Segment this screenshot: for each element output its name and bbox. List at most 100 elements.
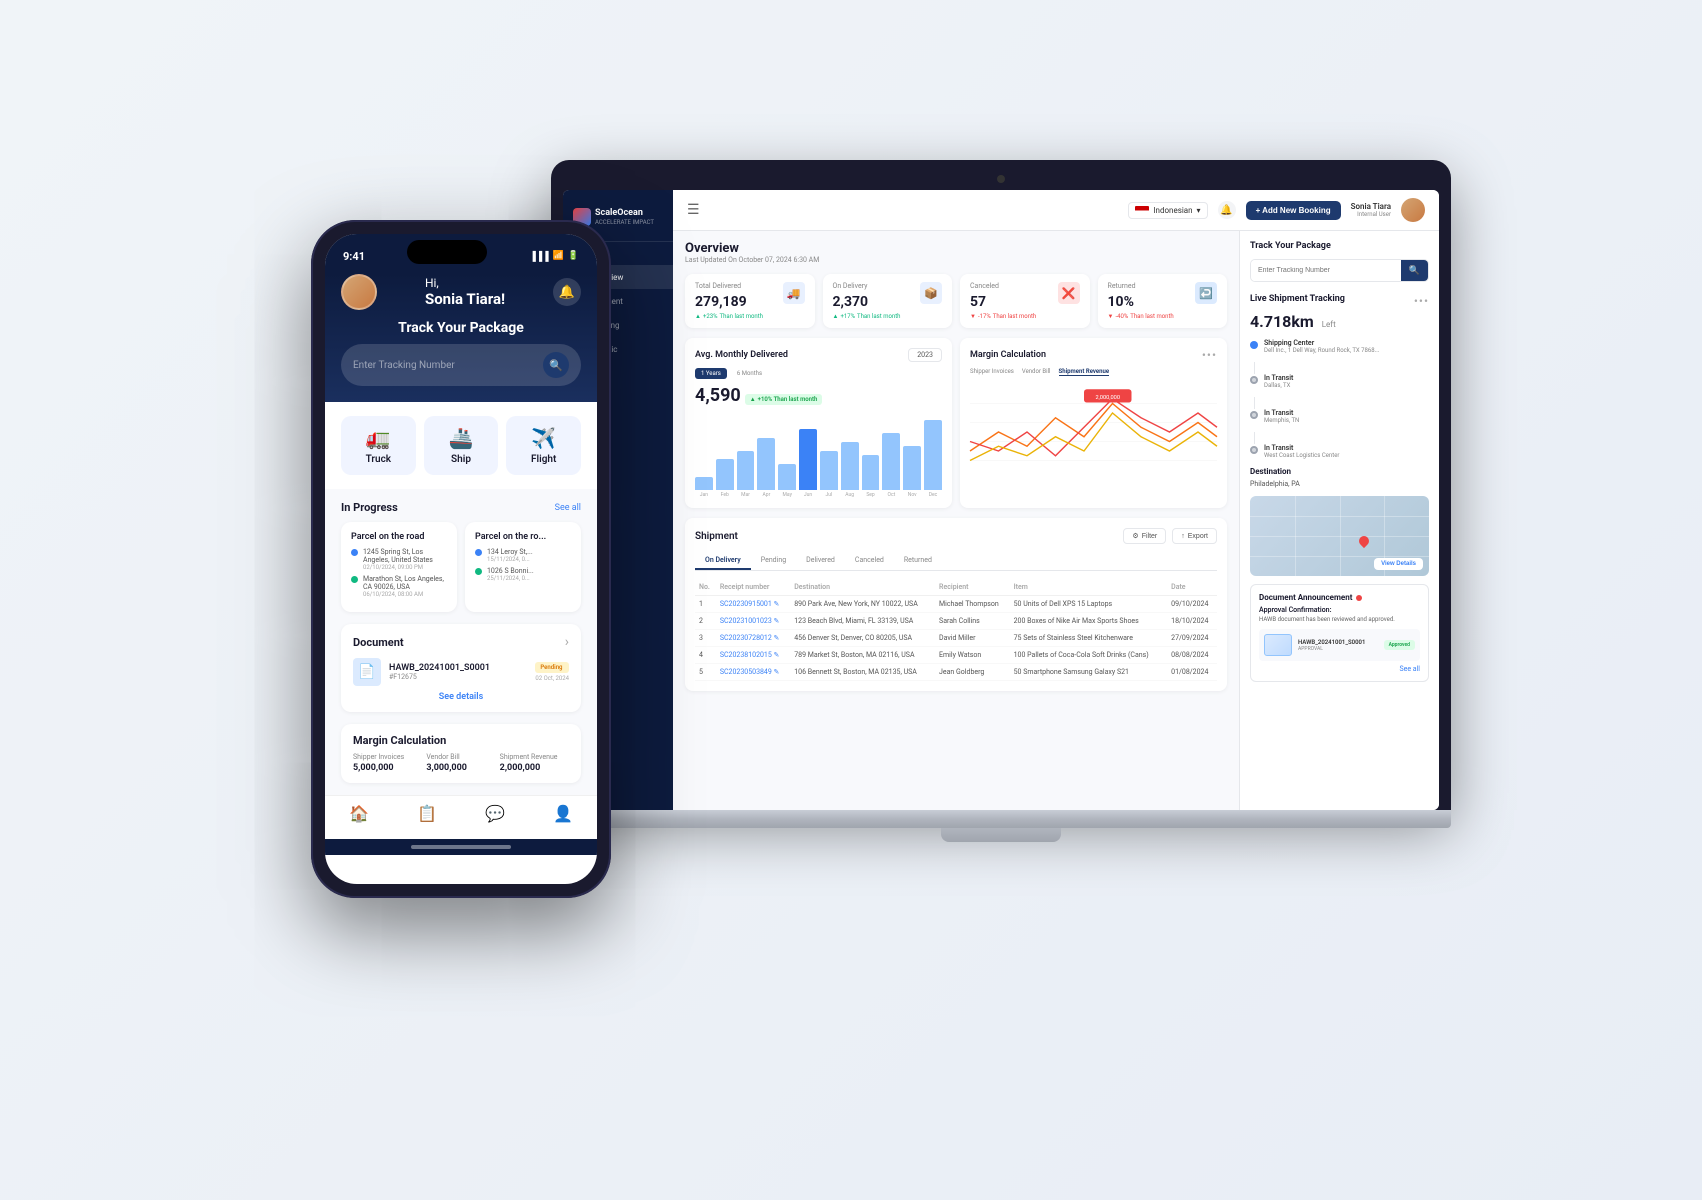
tab-vendor-bill[interactable]: Vendor Bill <box>1022 368 1051 376</box>
see-all-button[interactable]: See all <box>555 503 581 513</box>
track-input-group[interactable]: 🔍 <box>1250 259 1429 282</box>
status-icons: ▐▐▐ 📶 🔋 <box>529 251 579 262</box>
bar-label-11: Dec <box>924 492 942 498</box>
phone-bell-icon[interactable]: 🔔 <box>553 278 581 306</box>
progress-dot-1 <box>351 576 358 583</box>
step-info-0: Shipping Center Dell Inc., 1 Dell Way, R… <box>1264 339 1379 354</box>
table-row: 2 SC20231001023 ✎ 123 Beach Blvd, Miami,… <box>695 613 1217 630</box>
see-all-link[interactable]: See all <box>1259 665 1420 673</box>
tab-on-delivery[interactable]: On Delivery <box>695 552 751 570</box>
table-row: 1 SC20230915001 ✎ 890 Park Ave, New York… <box>695 596 1217 613</box>
phone-search-button[interactable]: 🔍 <box>543 352 569 378</box>
language-selector[interactable]: Indonesian ▾ <box>1128 202 1207 219</box>
nav-chat[interactable]: 💬 <box>485 804 505 823</box>
shipment-tabs: On Delivery Pending Delivered Canceled R… <box>695 552 1217 571</box>
doc-name-mobile: HAWB_20241001_S0001 <box>389 663 527 673</box>
bar-0 <box>695 477 713 490</box>
stat-returned: Returned 10% ▼-40% Than last month ↩️ <box>1098 274 1228 328</box>
laptop-stand <box>941 828 1061 842</box>
bar-3 <box>757 438 775 491</box>
transport-ship[interactable]: 🚢 Ship <box>424 416 499 475</box>
home-nav-icon: 🏠 <box>349 804 369 823</box>
notification-bell-icon[interactable]: 🔔 <box>1218 201 1236 219</box>
view-details-button[interactable]: View Details <box>1374 558 1423 570</box>
bar-label-6: Jul <box>820 492 838 498</box>
tab-delivered[interactable]: Delivered <box>796 552 845 570</box>
progress-card-title-1: Parcel on the ro... <box>475 532 571 542</box>
laptop-header: ☰ Indonesian ▾ 🔔 + Add New Booking Sonia… <box>673 190 1439 231</box>
stat-icon-3: ↩️ <box>1195 282 1217 304</box>
live-menu-icon[interactable]: ••• <box>1414 294 1429 308</box>
km-display: 4.718km Left <box>1250 312 1429 331</box>
doc-id: APPROVAL <box>1298 646 1365 652</box>
margin-cols: Shipper Invoices 5,000,000 Vendor Bill 3… <box>353 753 569 773</box>
bar-4 <box>778 464 796 490</box>
margin-col-2: Shipment Revenue 2,000,000 <box>500 753 569 773</box>
avg-chart-title: Avg. Monthly Delivered <box>695 350 788 360</box>
laptop-main: ☰ Indonesian ▾ 🔔 + Add New Booking Sonia… <box>673 190 1439 810</box>
user-info: Sonia Tiara Internal User <box>1351 202 1391 218</box>
bar-1 <box>716 459 734 490</box>
hamburger-icon[interactable]: ☰ <box>687 202 700 218</box>
filter-button[interactable]: ⚙ Filter <box>1123 528 1166 544</box>
tab-1year[interactable]: 1 Years <box>695 368 727 379</box>
destination-value: Philadelphia, PA <box>1250 480 1429 488</box>
margin-chart-menu[interactable]: ••• <box>1202 348 1217 362</box>
tracking-input[interactable] <box>1251 260 1401 281</box>
document-chevron-icon: › <box>565 634 569 650</box>
nav-shipment[interactable]: 📋 <box>417 804 437 823</box>
phone-home-indicator <box>325 839 597 855</box>
bar-label-1: Feb <box>716 492 734 498</box>
track-pkg-title: Track Your Package <box>1250 241 1429 251</box>
filter-icon: ⚙ <box>1132 532 1138 540</box>
progress-cards: Parcel on the road 1245 Spring St, Los A… <box>341 522 581 612</box>
tab-returned[interactable]: Returned <box>894 552 942 570</box>
avg-chart-year: 2023 <box>908 348 942 362</box>
battery-icon: 🔋 <box>568 251 579 261</box>
transport-flight[interactable]: ✈️ Flight <box>506 416 581 475</box>
nav-home[interactable]: 🏠 <box>349 804 369 823</box>
bar-11 <box>924 420 942 490</box>
phone-document-section: Document › 📄 HAWB_20241001_S0001 #F12675… <box>341 624 581 712</box>
phone-screen: 9:41 ▐▐▐ 📶 🔋 Hi, Sonia Tiara! <box>325 234 597 884</box>
nav-profile[interactable]: 👤 <box>553 804 573 823</box>
phone-margin-title: Margin Calculation <box>353 734 569 747</box>
logo-name: ScaleOcean <box>595 208 654 219</box>
doc-icon-mobile: 📄 <box>353 658 381 686</box>
tab-6months[interactable]: 6 Months <box>731 368 768 379</box>
track-search-button[interactable]: 🔍 <box>1401 260 1428 281</box>
live-tracking-title: Live Shipment Tracking <box>1250 294 1345 304</box>
bar-labels: JanFebMarAprMayJunJulAugSepOctNovDec <box>695 492 942 498</box>
doc-filename: HAWB_20241001_S0001 <box>1298 639 1365 646</box>
bar-label-7: Aug <box>841 492 859 498</box>
track-step-0: Shipping Center Dell Inc., 1 Dell Way, R… <box>1250 339 1429 354</box>
tab-pending[interactable]: Pending <box>751 552 796 570</box>
tab-shipment-revenue[interactable]: Shipment Revenue <box>1059 368 1110 376</box>
table-row: 4 SC20238102015 ✎ 789 Market St, Boston,… <box>695 647 1217 664</box>
see-details-link[interactable]: See details <box>353 692 569 702</box>
step-dot-0 <box>1250 341 1258 349</box>
stat-value-2: 57 <box>970 294 1036 310</box>
stat-on-delivery: On Delivery 2,370 ▲+17% Than last month … <box>823 274 953 328</box>
avg-growth: ▲ +10% Than last month <box>745 394 823 405</box>
svg-text:2,000,000: 2,000,000 <box>1095 395 1120 401</box>
shipment-data-table: No. Receipt number Destination Recipient… <box>695 579 1217 681</box>
approval-text: HAWB document has been reviewed and appr… <box>1259 616 1420 623</box>
table-row: 3 SC20230728012 ✎ 456 Denver St, Denver,… <box>695 630 1217 647</box>
export-button[interactable]: ↑ Export <box>1172 528 1217 544</box>
notification-dot <box>1356 595 1362 601</box>
truck-label: Truck <box>349 454 408 465</box>
map-area: View Details <box>1250 496 1429 576</box>
tab-shipper-invoices[interactable]: Shipper Invoices <box>970 368 1014 376</box>
add-booking-button[interactable]: + Add New Booking <box>1246 201 1341 220</box>
approval-title: Approval Confirmation: <box>1259 606 1420 614</box>
progress-dot-3 <box>475 568 482 575</box>
flag-indonesia <box>1135 206 1149 215</box>
phone-track-input[interactable]: Enter Tracking Number 🔍 <box>341 344 581 386</box>
in-progress-header: In Progress See all <box>341 501 581 514</box>
laptop-notch-bar <box>563 172 1439 186</box>
laptop-base <box>551 810 1451 828</box>
tab-canceled[interactable]: Canceled <box>845 552 894 570</box>
greeting: Hi, Sonia Tiara! <box>425 276 505 308</box>
transport-truck[interactable]: 🚛 Truck <box>341 416 416 475</box>
